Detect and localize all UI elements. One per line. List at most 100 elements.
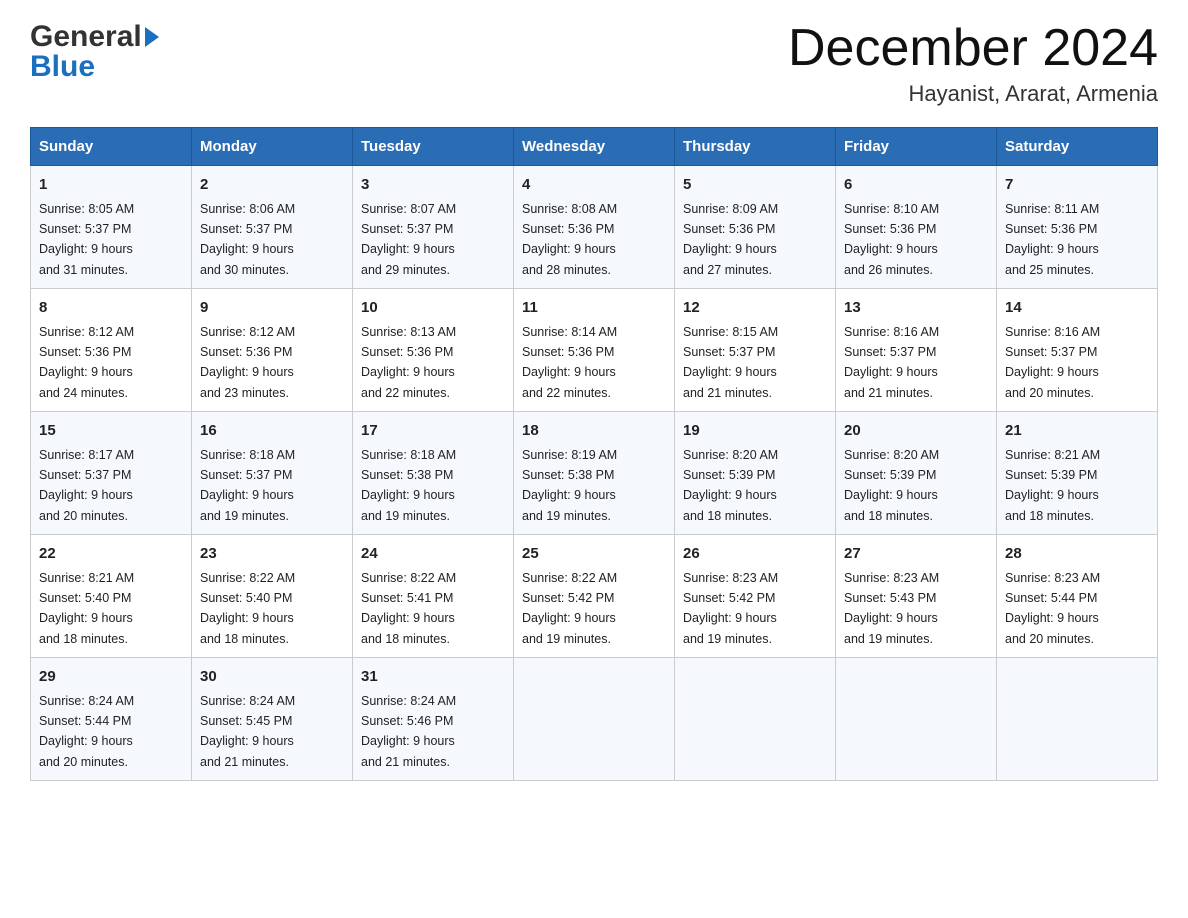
calendar-week-row: 22 Sunrise: 8:21 AMSunset: 5:40 PMDaylig… xyxy=(31,535,1158,658)
day-info: Sunrise: 8:22 AMSunset: 5:42 PMDaylight:… xyxy=(522,571,617,646)
day-number: 16 xyxy=(200,420,344,443)
col-wednesday: Wednesday xyxy=(514,128,675,166)
calendar-cell: 23 Sunrise: 8:22 AMSunset: 5:40 PMDaylig… xyxy=(192,535,353,658)
logo: General Blue xyxy=(30,20,159,84)
day-number: 8 xyxy=(39,297,183,320)
day-info: Sunrise: 8:24 AMSunset: 5:44 PMDaylight:… xyxy=(39,694,134,769)
day-info: Sunrise: 8:20 AMSunset: 5:39 PMDaylight:… xyxy=(683,448,778,523)
day-number: 5 xyxy=(683,174,827,197)
calendar-week-row: 29 Sunrise: 8:24 AMSunset: 5:44 PMDaylig… xyxy=(31,658,1158,781)
day-info: Sunrise: 8:10 AMSunset: 5:36 PMDaylight:… xyxy=(844,202,939,277)
day-number: 30 xyxy=(200,666,344,689)
day-number: 25 xyxy=(522,543,666,566)
calendar-cell: 7 Sunrise: 8:11 AMSunset: 5:36 PMDayligh… xyxy=(997,166,1158,289)
day-info: Sunrise: 8:21 AMSunset: 5:39 PMDaylight:… xyxy=(1005,448,1100,523)
day-number: 15 xyxy=(39,420,183,443)
day-number: 1 xyxy=(39,174,183,197)
calendar-cell xyxy=(514,658,675,781)
calendar-cell: 11 Sunrise: 8:14 AMSunset: 5:36 PMDaylig… xyxy=(514,289,675,412)
day-info: Sunrise: 8:20 AMSunset: 5:39 PMDaylight:… xyxy=(844,448,939,523)
calendar-cell: 28 Sunrise: 8:23 AMSunset: 5:44 PMDaylig… xyxy=(997,535,1158,658)
day-info: Sunrise: 8:23 AMSunset: 5:43 PMDaylight:… xyxy=(844,571,939,646)
day-info: Sunrise: 8:12 AMSunset: 5:36 PMDaylight:… xyxy=(200,325,295,400)
col-friday: Friday xyxy=(836,128,997,166)
logo-line1: General xyxy=(30,20,159,54)
calendar-cell: 3 Sunrise: 8:07 AMSunset: 5:37 PMDayligh… xyxy=(353,166,514,289)
calendar-cell: 27 Sunrise: 8:23 AMSunset: 5:43 PMDaylig… xyxy=(836,535,997,658)
day-number: 14 xyxy=(1005,297,1149,320)
day-number: 28 xyxy=(1005,543,1149,566)
calendar-cell: 21 Sunrise: 8:21 AMSunset: 5:39 PMDaylig… xyxy=(997,412,1158,535)
day-number: 24 xyxy=(361,543,505,566)
day-info: Sunrise: 8:11 AMSunset: 5:36 PMDaylight:… xyxy=(1005,202,1099,277)
day-info: Sunrise: 8:13 AMSunset: 5:36 PMDaylight:… xyxy=(361,325,456,400)
calendar-cell: 30 Sunrise: 8:24 AMSunset: 5:45 PMDaylig… xyxy=(192,658,353,781)
col-saturday: Saturday xyxy=(997,128,1158,166)
col-monday: Monday xyxy=(192,128,353,166)
day-number: 10 xyxy=(361,297,505,320)
day-info: Sunrise: 8:16 AMSunset: 5:37 PMDaylight:… xyxy=(1005,325,1100,400)
calendar-cell: 9 Sunrise: 8:12 AMSunset: 5:36 PMDayligh… xyxy=(192,289,353,412)
calendar-cell: 8 Sunrise: 8:12 AMSunset: 5:36 PMDayligh… xyxy=(31,289,192,412)
day-info: Sunrise: 8:14 AMSunset: 5:36 PMDaylight:… xyxy=(522,325,617,400)
day-info: Sunrise: 8:16 AMSunset: 5:37 PMDaylight:… xyxy=(844,325,939,400)
day-info: Sunrise: 8:06 AMSunset: 5:37 PMDaylight:… xyxy=(200,202,295,277)
calendar-week-row: 15 Sunrise: 8:17 AMSunset: 5:37 PMDaylig… xyxy=(31,412,1158,535)
day-number: 27 xyxy=(844,543,988,566)
day-number: 26 xyxy=(683,543,827,566)
day-number: 21 xyxy=(1005,420,1149,443)
calendar-cell: 24 Sunrise: 8:22 AMSunset: 5:41 PMDaylig… xyxy=(353,535,514,658)
calendar-cell: 2 Sunrise: 8:06 AMSunset: 5:37 PMDayligh… xyxy=(192,166,353,289)
day-number: 12 xyxy=(683,297,827,320)
day-number: 11 xyxy=(522,297,666,320)
col-sunday: Sunday xyxy=(31,128,192,166)
day-info: Sunrise: 8:23 AMSunset: 5:42 PMDaylight:… xyxy=(683,571,778,646)
day-number: 2 xyxy=(200,174,344,197)
calendar-cell: 16 Sunrise: 8:18 AMSunset: 5:37 PMDaylig… xyxy=(192,412,353,535)
calendar-cell: 19 Sunrise: 8:20 AMSunset: 5:39 PMDaylig… xyxy=(675,412,836,535)
day-info: Sunrise: 8:22 AMSunset: 5:40 PMDaylight:… xyxy=(200,571,295,646)
calendar-cell: 22 Sunrise: 8:21 AMSunset: 5:40 PMDaylig… xyxy=(31,535,192,658)
col-tuesday: Tuesday xyxy=(353,128,514,166)
day-info: Sunrise: 8:08 AMSunset: 5:36 PMDaylight:… xyxy=(522,202,617,277)
day-info: Sunrise: 8:17 AMSunset: 5:37 PMDaylight:… xyxy=(39,448,134,523)
calendar-cell: 12 Sunrise: 8:15 AMSunset: 5:37 PMDaylig… xyxy=(675,289,836,412)
page-header: General Blue December 2024 Hayanist, Ara… xyxy=(30,20,1158,107)
day-number: 7 xyxy=(1005,174,1149,197)
day-info: Sunrise: 8:24 AMSunset: 5:46 PMDaylight:… xyxy=(361,694,456,769)
logo-triangle-icon xyxy=(145,27,159,47)
calendar-cell: 1 Sunrise: 8:05 AMSunset: 5:37 PMDayligh… xyxy=(31,166,192,289)
day-number: 22 xyxy=(39,543,183,566)
calendar-table: Sunday Monday Tuesday Wednesday Thursday… xyxy=(30,127,1158,781)
calendar-cell: 15 Sunrise: 8:17 AMSunset: 5:37 PMDaylig… xyxy=(31,412,192,535)
calendar-cell: 14 Sunrise: 8:16 AMSunset: 5:37 PMDaylig… xyxy=(997,289,1158,412)
calendar-cell: 4 Sunrise: 8:08 AMSunset: 5:36 PMDayligh… xyxy=(514,166,675,289)
day-number: 31 xyxy=(361,666,505,689)
location-title: Hayanist, Ararat, Armenia xyxy=(788,81,1158,107)
day-number: 29 xyxy=(39,666,183,689)
day-info: Sunrise: 8:18 AMSunset: 5:37 PMDaylight:… xyxy=(200,448,295,523)
logo-general-text: General xyxy=(30,20,142,54)
day-info: Sunrise: 8:09 AMSunset: 5:36 PMDaylight:… xyxy=(683,202,778,277)
day-info: Sunrise: 8:05 AMSunset: 5:37 PMDaylight:… xyxy=(39,202,134,277)
day-number: 17 xyxy=(361,420,505,443)
calendar-cell: 13 Sunrise: 8:16 AMSunset: 5:37 PMDaylig… xyxy=(836,289,997,412)
day-info: Sunrise: 8:18 AMSunset: 5:38 PMDaylight:… xyxy=(361,448,456,523)
day-info: Sunrise: 8:19 AMSunset: 5:38 PMDaylight:… xyxy=(522,448,617,523)
day-info: Sunrise: 8:12 AMSunset: 5:36 PMDaylight:… xyxy=(39,325,134,400)
day-info: Sunrise: 8:15 AMSunset: 5:37 PMDaylight:… xyxy=(683,325,778,400)
calendar-cell: 5 Sunrise: 8:09 AMSunset: 5:36 PMDayligh… xyxy=(675,166,836,289)
calendar-cell: 17 Sunrise: 8:18 AMSunset: 5:38 PMDaylig… xyxy=(353,412,514,535)
title-area: December 2024 Hayanist, Ararat, Armenia xyxy=(788,20,1158,107)
day-number: 9 xyxy=(200,297,344,320)
day-number: 18 xyxy=(522,420,666,443)
day-info: Sunrise: 8:23 AMSunset: 5:44 PMDaylight:… xyxy=(1005,571,1100,646)
day-info: Sunrise: 8:07 AMSunset: 5:37 PMDaylight:… xyxy=(361,202,456,277)
day-info: Sunrise: 8:24 AMSunset: 5:45 PMDaylight:… xyxy=(200,694,295,769)
calendar-cell: 10 Sunrise: 8:13 AMSunset: 5:36 PMDaylig… xyxy=(353,289,514,412)
calendar-cell: 26 Sunrise: 8:23 AMSunset: 5:42 PMDaylig… xyxy=(675,535,836,658)
month-title: December 2024 xyxy=(788,20,1158,77)
calendar-cell xyxy=(675,658,836,781)
day-number: 20 xyxy=(844,420,988,443)
day-number: 6 xyxy=(844,174,988,197)
